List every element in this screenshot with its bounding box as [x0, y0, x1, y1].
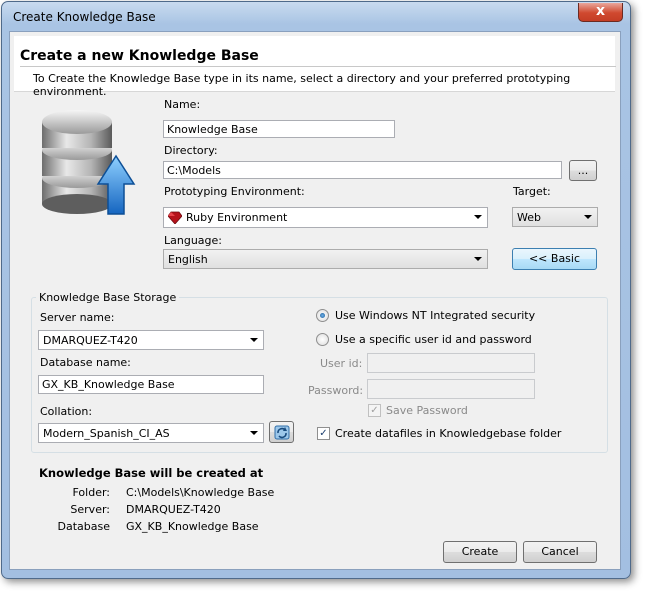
name-input[interactable]: Knowledge Base [163, 120, 395, 138]
browse-button[interactable]: ... [569, 160, 597, 181]
chevron-down-icon [584, 215, 592, 219]
collation-label: Collation: [40, 405, 93, 418]
password-label: Password: [308, 384, 364, 397]
target-select[interactable]: Web [512, 207, 598, 227]
create-datafiles-label[interactable]: Create datafiles in Knowledgebase folder [335, 427, 561, 440]
storage-group-title: Knowledge Base Storage [36, 291, 180, 304]
page-title: Create a new Knowledge Base [20, 48, 259, 64]
cancel-button[interactable]: Cancel [523, 541, 597, 563]
title-bar[interactable]: Create Knowledge Base x [2, 2, 630, 32]
create-datafiles-checkbox[interactable]: ✓ [317, 427, 330, 440]
save-password-label[interactable]: Save Password [386, 404, 468, 417]
database-upload-icon [42, 110, 136, 215]
name-label: Name: [164, 98, 201, 111]
close-icon: x [595, 3, 606, 19]
directory-input[interactable]: C:\Models [163, 161, 562, 179]
directory-label: Directory: [164, 144, 218, 157]
database-name-input[interactable]: GX_KB_Knowledge Base [38, 375, 264, 394]
close-button[interactable]: x [578, 3, 623, 22]
summary-database-label: Database [57, 520, 111, 533]
database-name-label: Database name: [40, 356, 131, 369]
prototyping-environment-value: Ruby Environment [186, 211, 288, 224]
prototyping-environment-label: Prototyping Environment: [164, 185, 305, 198]
chevron-down-icon [250, 338, 258, 342]
refresh-icon [274, 425, 290, 440]
language-label: Language: [164, 234, 222, 247]
user-id-input[interactable] [367, 353, 535, 373]
target-value: Web [517, 211, 541, 224]
server-name-select[interactable]: DMARQUEZ-T420 [38, 330, 264, 350]
auth-nt-label[interactable]: Use Windows NT Integrated security [335, 309, 535, 322]
summary-database-value: GX_KB_Knowledge Base [126, 520, 259, 533]
language-value: English [168, 253, 208, 266]
summary-server-label: Server: [70, 503, 110, 516]
user-id-label: User id: [320, 357, 363, 370]
chevron-down-icon [474, 215, 482, 219]
refresh-collation-button[interactable] [269, 421, 294, 443]
auth-nt-radio[interactable] [316, 309, 329, 322]
ruby-icon [168, 211, 182, 224]
basic-button[interactable]: << Basic [512, 248, 597, 270]
auth-specific-radio[interactable] [316, 333, 329, 346]
summary-folder-value: C:\Models\Knowledge Base [126, 486, 275, 499]
password-input[interactable] [367, 379, 535, 399]
prototyping-environment-select[interactable]: Ruby Environment [163, 207, 488, 228]
language-select[interactable]: English [163, 249, 488, 269]
summary-title: Knowledge Base will be created at [39, 466, 264, 480]
chevron-down-icon [474, 257, 482, 261]
chevron-down-icon [250, 431, 258, 435]
summary-server-value: DMARQUEZ-T420 [126, 503, 221, 516]
create-button[interactable]: Create [443, 541, 517, 563]
server-name-value: DMARQUEZ-T420 [43, 334, 138, 347]
collation-value: Modern_Spanish_CI_AS [43, 427, 170, 440]
window-title: Create Knowledge Base [13, 10, 156, 24]
server-name-label: Server name: [40, 311, 115, 324]
target-label: Target: [513, 185, 551, 198]
auth-specific-label[interactable]: Use a specific user id and password [335, 333, 532, 346]
collation-select[interactable]: Modern_Spanish_CI_AS [38, 423, 264, 443]
save-password-checkbox[interactable]: ✓ [368, 404, 381, 417]
summary-folder-label: Folder: [72, 486, 110, 499]
header-divider [20, 66, 616, 67]
header-description: To Create the Knowledge Base type in its… [33, 72, 571, 98]
